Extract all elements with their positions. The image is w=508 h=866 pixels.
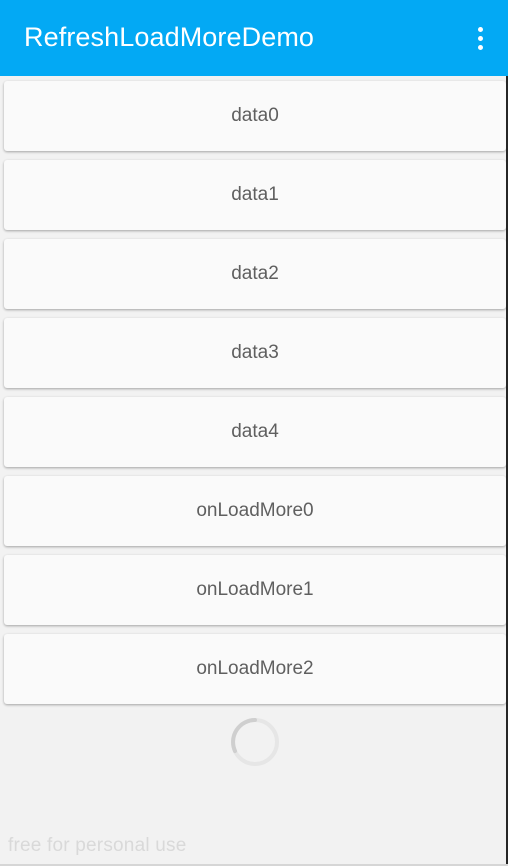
list-item[interactable]: onLoadMore1 (4, 555, 506, 625)
list-item[interactable]: onLoadMore0 (4, 476, 506, 546)
progress-spinner-icon (231, 718, 279, 766)
overflow-menu-button[interactable] (466, 18, 494, 58)
list-item-label: onLoadMore2 (196, 658, 314, 679)
list-item-label: data3 (231, 342, 279, 363)
list-item-label: data2 (231, 263, 279, 284)
list-item-label: data1 (231, 184, 279, 205)
list-item-label: onLoadMore1 (196, 579, 314, 600)
list-item[interactable]: onLoadMore2 (4, 634, 506, 704)
app-title: RefreshLoadMoreDemo (24, 21, 315, 52)
app-bar: RefreshLoadMoreDemo (0, 0, 508, 76)
list-item[interactable]: data3 (4, 318, 506, 388)
loading-spinner (229, 716, 281, 768)
watermark-text: free for personal use (8, 835, 187, 856)
list-item[interactable]: data4 (4, 397, 506, 467)
more-vert-icon (477, 26, 483, 32)
list-item-label: data0 (231, 105, 279, 126)
more-vert-icon-dot (477, 35, 483, 41)
list-item[interactable]: data1 (4, 160, 506, 230)
item-list[interactable]: data0 data1 data2 data3 data4 onLoadMore… (4, 81, 506, 713)
list-item-label: data4 (231, 421, 279, 442)
list-item[interactable]: data0 (4, 81, 506, 151)
list-item-label: onLoadMore0 (196, 500, 314, 521)
more-vert-icon-dot (477, 44, 483, 50)
list-item[interactable]: data2 (4, 239, 506, 309)
